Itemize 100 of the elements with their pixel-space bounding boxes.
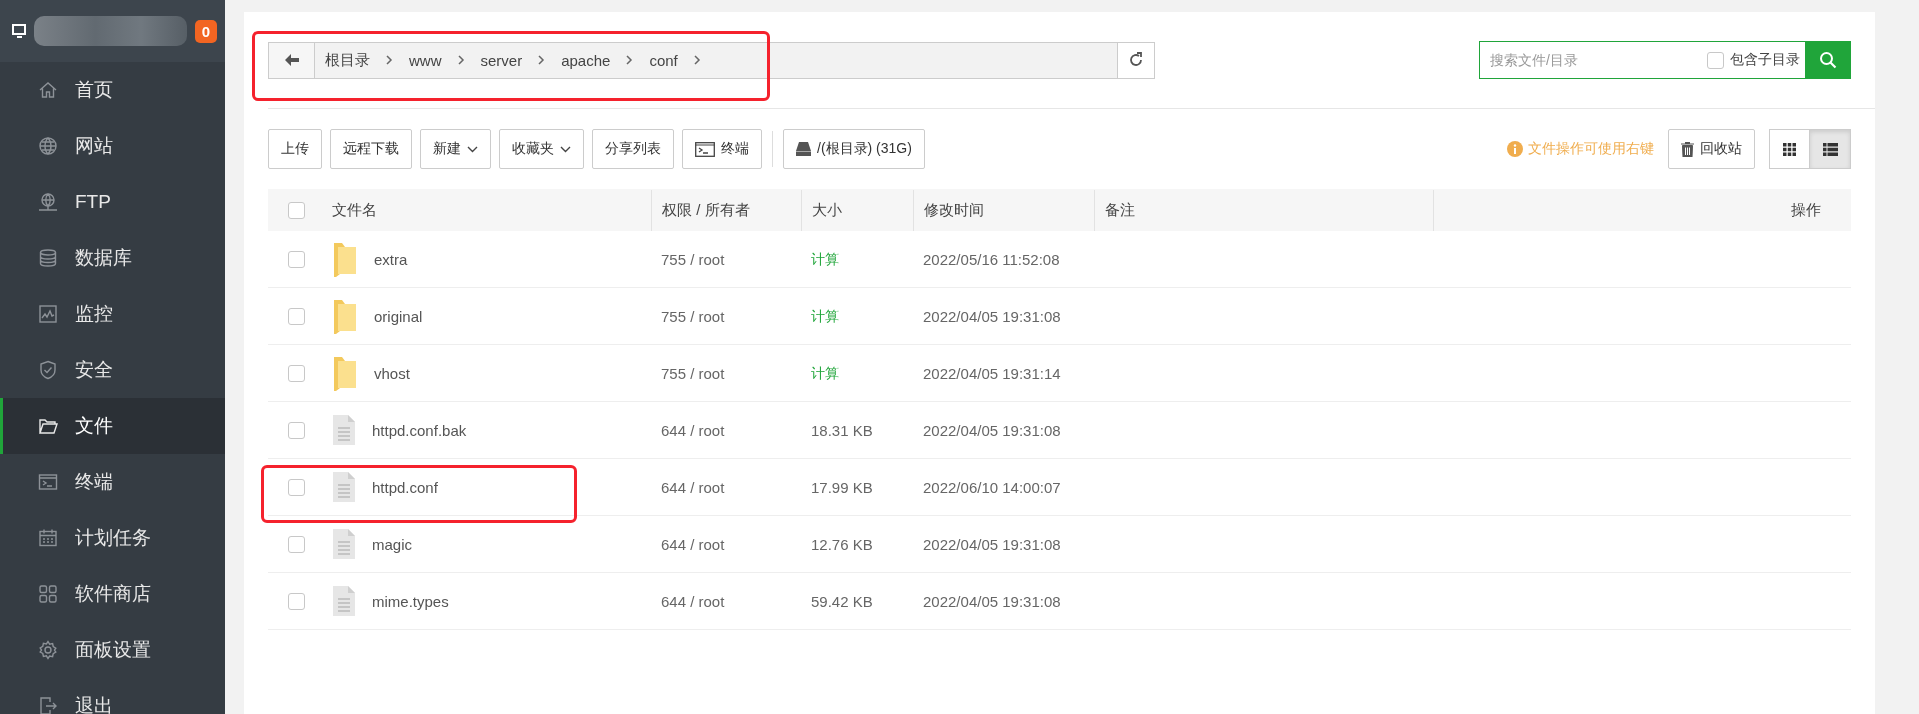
file-name[interactable]: httpd.conf.bak (372, 421, 467, 439)
folder-icon (332, 298, 358, 334)
path-segment[interactable]: conf (639, 51, 688, 69)
sidebar-item[interactable]: 数据库 (0, 230, 225, 286)
apps-icon (38, 584, 58, 604)
table-cell: 12.76 KB (811, 535, 873, 553)
sidebar-item[interactable]: 文件 (0, 398, 225, 454)
column-header[interactable]: 操作 (1433, 189, 1851, 231)
list-icon (1822, 142, 1838, 156)
globe-icon (38, 136, 58, 156)
back-button[interactable] (269, 42, 315, 78)
path-bar[interactable]: 根目录 www server apache conf (268, 41, 1155, 79)
sidebar-item[interactable]: 计划任务 (0, 510, 225, 566)
table-cell-text: 2022/04/05 19:31:08 (922, 592, 1062, 610)
row-checkbox[interactable] (287, 364, 305, 382)
row-checkbox[interactable] (287, 307, 305, 325)
column-header[interactable]: 权限 / 所有者 (651, 189, 801, 231)
folder-icon (38, 416, 58, 436)
toolbar-button[interactable]: 终端 (682, 129, 762, 169)
ftp-icon (38, 192, 58, 212)
path-segment[interactable]: 根目录 (315, 50, 380, 70)
select-all-checkbox[interactable] (287, 201, 305, 219)
table-cell-text: 2022/04/05 19:31:08 (922, 535, 1062, 553)
file-name[interactable]: httpd.conf (372, 478, 438, 496)
table-cell-text: 2022/06/10 14:00:07 (922, 478, 1062, 496)
sidebar-item[interactable]: FTP (0, 174, 225, 230)
recycle-bin-button[interactable]: 回收站 (1668, 129, 1755, 169)
list-view-button[interactable] (1810, 129, 1851, 169)
file-name[interactable]: vhost (374, 364, 410, 382)
disk-button[interactable]: /(根目录) (31G) (783, 129, 925, 169)
sidebar-item[interactable]: 安全 (0, 342, 225, 398)
table-cell-text: 2022/04/05 19:31:14 (922, 364, 1062, 382)
checkbox-label[interactable]: 包含子目录 (1730, 51, 1800, 69)
refresh-button[interactable] (1117, 42, 1154, 78)
row-checkbox[interactable] (287, 478, 305, 496)
table-cell-text: 2022/04/05 19:31:08 (922, 421, 1062, 439)
toolbar-button[interactable]: 远程下载 (330, 129, 412, 169)
toolbar-button[interactable]: 分享列表 (592, 129, 674, 169)
shield-icon (38, 360, 58, 380)
table-cell: 59.42 KB (811, 592, 873, 610)
logout-icon (38, 696, 58, 714)
table-cell-text: 644 / root (660, 478, 726, 496)
file-name[interactable]: extra (374, 250, 408, 268)
sidebar-item[interactable]: 终端 (0, 454, 225, 510)
info-icon (1507, 141, 1523, 157)
search-icon (1818, 51, 1837, 69)
column-header[interactable]: 修改时间 (913, 189, 1094, 231)
table-cell-text: 755 / root (660, 307, 726, 325)
grid-view-button[interactable] (1769, 129, 1810, 169)
file-icon (332, 414, 356, 446)
file-icon (332, 585, 356, 617)
row-checkbox[interactable] (287, 250, 305, 268)
folder-icon (332, 355, 358, 391)
file-icon (332, 528, 356, 560)
column-header[interactable]: 大小 (801, 189, 913, 231)
terminal-icon (695, 141, 715, 157)
hint-text: 文件操作可使用右键 (1507, 140, 1654, 158)
file-icon (332, 471, 356, 503)
table-cell-text: 644 / root (660, 421, 726, 439)
sidebar-item[interactable]: 软件商店 (0, 566, 225, 622)
table-cell-text: 755 / root (660, 250, 726, 268)
path-segment[interactable]: apache (551, 51, 621, 69)
folder-icon (332, 241, 358, 277)
checkbox[interactable] (1707, 51, 1724, 69)
sidebar-item[interactable]: 面板设置 (0, 622, 225, 678)
file-name[interactable]: magic (372, 535, 412, 553)
file-name[interactable]: mime.types (372, 592, 449, 610)
toolbar-button[interactable]: 上传 (268, 129, 322, 169)
table-cell-text: 2022/04/05 19:31:08 (922, 307, 1062, 325)
column-header[interactable]: 备注 (1094, 189, 1433, 231)
grid-icon (1783, 142, 1796, 156)
trash-icon (1681, 141, 1694, 157)
search-field[interactable]: 搜索文件/目录 包含子目录 (1479, 41, 1851, 79)
path-segment[interactable]: www (399, 51, 452, 69)
table-cell: 17.99 KB (811, 478, 873, 496)
monitor-icon (38, 304, 58, 324)
chevron-icon (626, 55, 634, 65)
table-cell: 18.31 KB (811, 421, 873, 439)
path-segment[interactable]: server (470, 51, 533, 69)
sidebar-item[interactable]: 首页 (0, 62, 225, 118)
toolbar-button[interactable]: 收藏夹 (499, 129, 584, 169)
caret-icon (560, 145, 571, 153)
column-header[interactable]: 文件名 (324, 189, 651, 231)
row-checkbox[interactable] (287, 592, 305, 610)
gear-icon (38, 640, 58, 660)
sidebar-item[interactable]: 监控 (0, 286, 225, 342)
file-name[interactable]: original (374, 307, 423, 325)
row-checkbox[interactable] (287, 535, 305, 553)
drive-icon (796, 142, 811, 156)
chevron-icon (538, 55, 546, 65)
terminal-icon (38, 472, 58, 492)
search-button[interactable] (1805, 42, 1850, 78)
toolbar-button[interactable]: 新建 (420, 129, 491, 169)
back-arrow-icon (284, 54, 299, 66)
chevron-icon (386, 55, 393, 65)
row-checkbox[interactable] (287, 421, 305, 439)
sidebar-item[interactable]: 网站 (0, 118, 225, 174)
table-cell-text: 2022/05/16 11:52:08 (922, 250, 1061, 268)
calendar-icon (38, 528, 58, 548)
sidebar-item[interactable]: 退出 (0, 678, 225, 714)
